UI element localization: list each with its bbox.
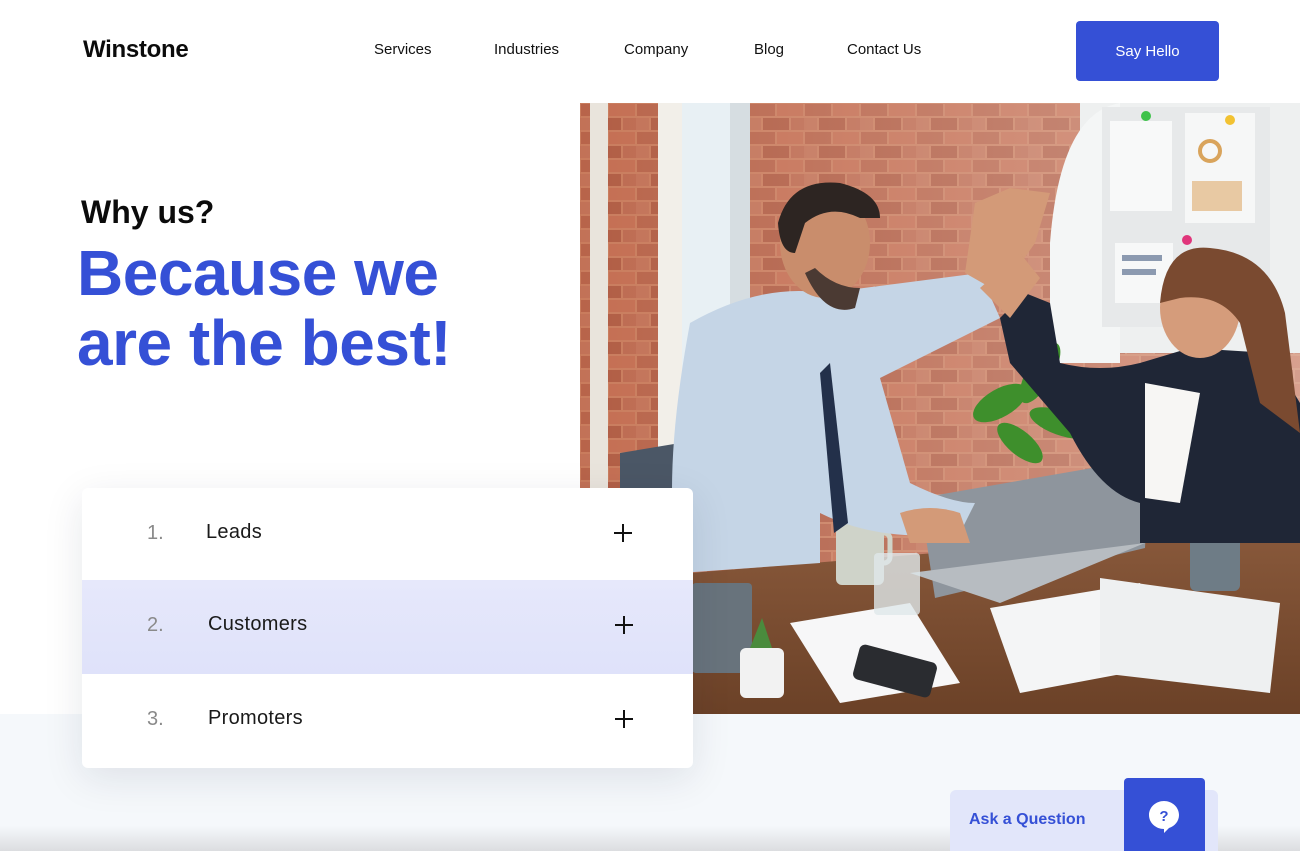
plus-icon[interactable] xyxy=(612,522,634,544)
features-accordion: 1. Leads 2. Customers 3. Promoters xyxy=(82,488,693,768)
plus-icon[interactable] xyxy=(613,708,635,730)
headline-line-2: are the best! xyxy=(77,307,452,379)
plus-icon[interactable] xyxy=(613,614,635,636)
headline-line-1: Because we xyxy=(77,237,439,309)
ask-question-label[interactable]: Ask a Question xyxy=(969,811,1085,829)
hero-headline: Because we are the best! xyxy=(77,237,452,379)
accordion-item-number: 1. xyxy=(147,522,164,544)
help-button[interactable]: ? xyxy=(1124,778,1205,851)
accordion-item-label: Leads xyxy=(206,521,262,543)
section-eyebrow: Why us? xyxy=(81,194,215,230)
nav-link-contact-us[interactable]: Contact Us xyxy=(847,41,921,58)
accordion-item-customers[interactable]: 2. Customers xyxy=(82,580,693,674)
question-bubble-icon: ? xyxy=(1149,801,1179,833)
nav-link-industries[interactable]: Industries xyxy=(494,41,559,58)
nav-link-company[interactable]: Company xyxy=(624,41,688,58)
accordion-item-leads[interactable]: 1. Leads xyxy=(82,488,693,582)
accordion-item-label: Promoters xyxy=(208,707,303,729)
nav-link-blog[interactable]: Blog xyxy=(754,41,784,58)
say-hello-button[interactable]: Say Hello xyxy=(1076,21,1219,81)
accordion-item-number: 2. xyxy=(147,614,164,636)
question-glyph: ? xyxy=(1159,808,1168,825)
nav-link-services[interactable]: Services xyxy=(374,41,432,58)
accordion-item-promoters[interactable]: 3. Promoters xyxy=(82,674,693,768)
logo[interactable]: Winstone xyxy=(83,36,189,64)
accordion-item-number: 3. xyxy=(147,708,164,730)
accordion-item-label: Customers xyxy=(208,613,308,635)
